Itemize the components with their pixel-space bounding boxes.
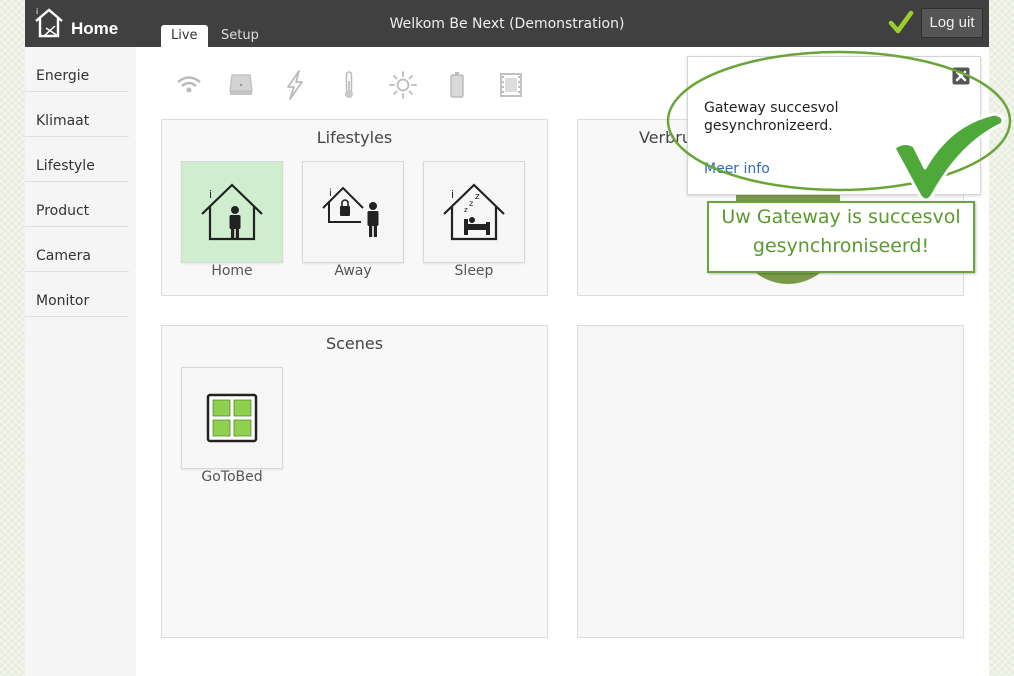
sun-icon[interactable] (385, 67, 421, 103)
gateway-icon[interactable] (223, 67, 259, 103)
sidebar-item-camera[interactable]: Camera (25, 227, 129, 272)
sleep-bed-icon: i z z z (443, 183, 505, 241)
house-logo-icon: i (35, 7, 63, 38)
sidebar-item-monitor[interactable]: Monitor (25, 272, 129, 317)
tile-label: Away (334, 263, 372, 279)
lightning-icon[interactable] (277, 67, 313, 103)
big-check-icon (892, 112, 1005, 202)
sidebar-item-label: Lifestyle (36, 158, 95, 174)
svg-text:i: i (451, 188, 454, 201)
grid-scene-icon (206, 393, 258, 443)
svg-text:z: z (469, 199, 473, 208)
svg-text:i: i (209, 188, 212, 201)
welcome-text: Welkom Be Next (Demonstration) (389, 16, 625, 32)
away-lock-icon: i (322, 186, 379, 237)
top-bar: i Home Live Setup Welkom Be Next (Demons… (25, 0, 989, 47)
callout-line-1: Uw Gateway is succesvol (721, 206, 961, 228)
sidebar-item-lifestyle[interactable]: Lifestyle (25, 137, 129, 182)
wifi-icon[interactable] (171, 67, 207, 103)
sidebar-item-label: Klimaat (36, 113, 90, 129)
lifestyle-away-tile[interactable]: i Away (302, 161, 404, 279)
scenes-title: Scenes (325, 334, 384, 353)
svg-text:z: z (475, 192, 480, 202)
tile-label: GoToBed (201, 469, 263, 485)
sidebar: Energie Klimaat Lifestyle Product Camera… (25, 47, 129, 317)
sidebar-item-energie[interactable]: Energie (25, 47, 129, 92)
home-person-icon: i (201, 183, 263, 241)
app-window: i Home Live Setup Welkom Be Next (Demons… (25, 0, 1012, 676)
sidebar-item-label: Camera (36, 248, 91, 264)
svg-text:z: z (464, 206, 468, 214)
battery-icon[interactable] (439, 67, 475, 103)
sidebar-item-label: Energie (36, 68, 90, 84)
lifestyles-title: Lifestyles (316, 128, 393, 147)
sidebar-item-label: Product (36, 203, 90, 219)
lifestyle-sleep-tile[interactable]: i z z z Sleep (423, 161, 525, 279)
sidebar-item-label: Monitor (36, 293, 90, 309)
film-icon[interactable] (493, 67, 529, 103)
lifestyles-panel: Lifestyles i Home i Away i z z z Sleep (161, 119, 548, 296)
svg-text:i: i (329, 188, 332, 199)
home-logo[interactable]: i Home (33, 4, 143, 44)
sidebar-item-klimaat[interactable]: Klimaat (25, 92, 129, 137)
scenes-panel: Scenes GoToBed (161, 325, 548, 638)
tab-setup[interactable]: Setup (211, 25, 269, 47)
app-title: Home (71, 19, 119, 38)
scene-gotobed-tile[interactable]: GoToBed (181, 367, 283, 485)
lifestyle-home-tile[interactable]: i Home (181, 161, 283, 279)
tile-label: Sleep (454, 263, 494, 279)
sync-check-icon (888, 10, 914, 34)
thermometer-icon[interactable] (331, 67, 367, 103)
callout-line-2: gesynchroniseerd! (752, 235, 930, 257)
logout-button[interactable]: Log uit (921, 8, 983, 38)
tile-label: Home (211, 263, 253, 279)
empty-panel (577, 325, 964, 638)
svg-text:i: i (36, 7, 38, 16)
sidebar-item-product[interactable]: Product (25, 182, 129, 227)
tab-live[interactable]: Live (161, 25, 208, 47)
sync-callout: Uw Gateway is succesvol gesynchroniseerd… (707, 201, 975, 273)
